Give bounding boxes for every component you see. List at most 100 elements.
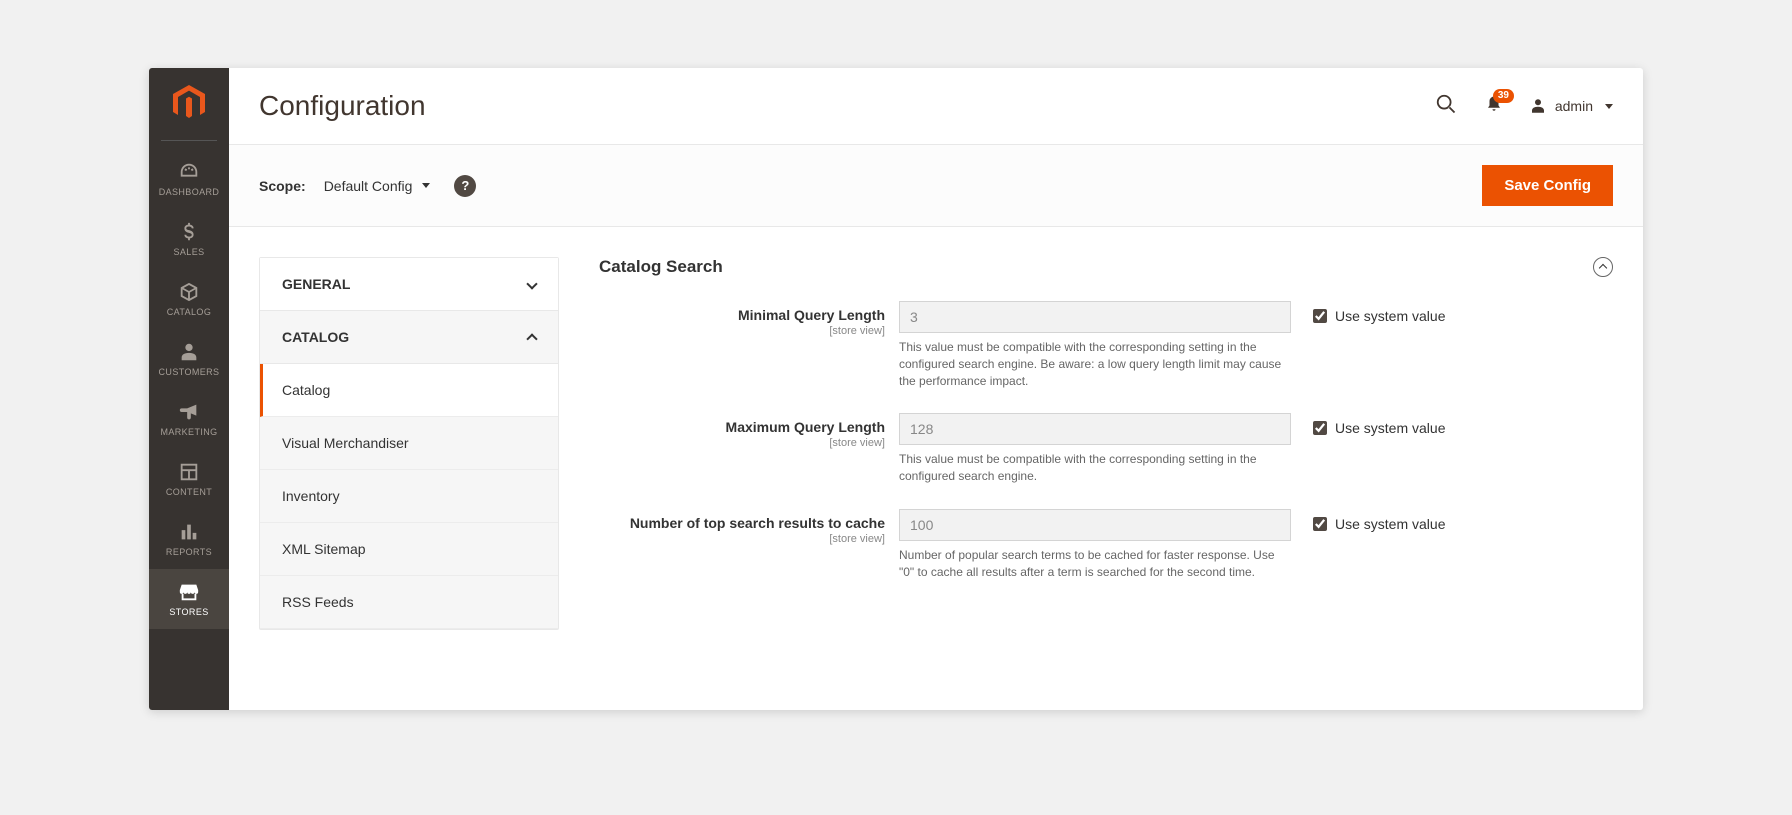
catalog-box-icon bbox=[178, 281, 200, 303]
nav-reports[interactable]: REPORTS bbox=[149, 509, 229, 569]
app-window: DASHBOARD SALES CATALOG CUSTOMERS MARKET… bbox=[149, 68, 1643, 710]
field-label-text: Maximum Query Length bbox=[599, 419, 885, 435]
field-scope-hint: [store view] bbox=[599, 533, 885, 545]
config-section-label: CATALOG bbox=[282, 329, 349, 345]
use-system-value-label: Use system value bbox=[1335, 420, 1445, 436]
section-toggle-catalog-search[interactable]: Catalog Search bbox=[599, 257, 1613, 295]
page-title: Configuration bbox=[259, 90, 1435, 122]
nav-customers[interactable]: CUSTOMERS bbox=[149, 329, 229, 389]
field-label: Number of top search results to cache [s… bbox=[599, 509, 899, 545]
use-system-value-label: Use system value bbox=[1335, 308, 1445, 324]
field-maximum-query-length: Maximum Query Length [store view] This v… bbox=[599, 407, 1613, 503]
nav-marketing[interactable]: MARKETING bbox=[149, 389, 229, 449]
config-subitem-rss-feeds[interactable]: RSS Feeds bbox=[260, 576, 558, 629]
config-subitem-label: Catalog bbox=[282, 382, 330, 398]
customers-icon bbox=[178, 341, 200, 363]
stores-icon bbox=[178, 581, 200, 603]
nav-label: DASHBOARD bbox=[159, 187, 220, 197]
collapse-button[interactable] bbox=[1593, 257, 1613, 277]
config-subitem-label: XML Sitemap bbox=[282, 541, 366, 557]
caret-down-icon bbox=[422, 183, 430, 188]
notification-badge: 39 bbox=[1493, 89, 1514, 103]
use-system-value-wrap: Use system value bbox=[1313, 413, 1445, 436]
config-subitem-label: RSS Feeds bbox=[282, 594, 354, 610]
field-label: Maximum Query Length [store view] bbox=[599, 413, 899, 449]
nav-label: MARKETING bbox=[160, 427, 217, 437]
content-layout-icon bbox=[178, 461, 200, 483]
maximum-query-length-input[interactable] bbox=[899, 413, 1291, 445]
scope-bar: Scope: Default Config ? Save Config bbox=[229, 144, 1643, 227]
admin-sidebar: DASHBOARD SALES CATALOG CUSTOMERS MARKET… bbox=[149, 68, 229, 710]
config-subitem-catalog[interactable]: Catalog bbox=[260, 364, 558, 417]
scope-value: Default Config bbox=[324, 178, 413, 194]
field-input-wrap: This value must be compatible with the c… bbox=[899, 413, 1291, 485]
config-nav: GENERAL CATALOG Catalog Visual Merchandi… bbox=[259, 257, 559, 630]
field-scope-hint: [store view] bbox=[599, 325, 885, 337]
field-label-text: Minimal Query Length bbox=[599, 307, 885, 323]
scope-label: Scope: bbox=[259, 178, 306, 194]
nav-sales[interactable]: SALES bbox=[149, 209, 229, 269]
field-scope-hint: [store view] bbox=[599, 437, 885, 449]
use-system-value-label: Use system value bbox=[1335, 516, 1445, 532]
use-system-value-wrap: Use system value bbox=[1313, 509, 1445, 532]
nav-catalog[interactable]: CATALOG bbox=[149, 269, 229, 329]
config-subitem-visual-merchandiser[interactable]: Visual Merchandiser bbox=[260, 417, 558, 470]
chevron-up-icon bbox=[526, 333, 537, 344]
minimal-query-length-input[interactable] bbox=[899, 301, 1291, 333]
field-top-search-results-cache: Number of top search results to cache [s… bbox=[599, 503, 1613, 599]
magento-logo-icon bbox=[173, 85, 205, 121]
chevron-down-icon bbox=[526, 278, 537, 289]
field-label: Minimal Query Length [store view] bbox=[599, 301, 899, 337]
config-section-label: GENERAL bbox=[282, 276, 350, 292]
search-icon bbox=[1435, 93, 1457, 115]
page-header: Configuration 39 admin bbox=[229, 68, 1643, 144]
field-minimal-query-length: Minimal Query Length [store view] This v… bbox=[599, 295, 1613, 407]
scope-help-button[interactable]: ? bbox=[454, 175, 476, 197]
config-subitem-xml-sitemap[interactable]: XML Sitemap bbox=[260, 523, 558, 576]
field-label-text: Number of top search results to cache bbox=[599, 515, 885, 531]
logo[interactable] bbox=[149, 68, 229, 138]
nav-label: SALES bbox=[173, 247, 204, 257]
use-system-value-checkbox[interactable] bbox=[1313, 517, 1327, 531]
use-system-value-checkbox[interactable] bbox=[1313, 309, 1327, 323]
nav-separator bbox=[161, 140, 217, 141]
scope-select[interactable]: Default Config bbox=[324, 178, 431, 194]
main-content: Configuration 39 admin Scope: Default Co… bbox=[229, 68, 1643, 710]
nav-dashboard[interactable]: DASHBOARD bbox=[149, 149, 229, 209]
form-area: Catalog Search Minimal Query Length [sto… bbox=[599, 257, 1613, 710]
nav-label: STORES bbox=[169, 607, 208, 617]
config-section-general[interactable]: GENERAL bbox=[260, 258, 558, 311]
field-input-wrap: Number of popular search terms to be cac… bbox=[899, 509, 1291, 581]
caret-down-icon bbox=[1605, 104, 1613, 109]
nav-content[interactable]: CONTENT bbox=[149, 449, 229, 509]
save-config-button[interactable]: Save Config bbox=[1482, 165, 1613, 206]
reports-chart-icon bbox=[178, 521, 200, 543]
nav-label: REPORTS bbox=[166, 547, 212, 557]
config-subitem-inventory[interactable]: Inventory bbox=[260, 470, 558, 523]
config-subitem-label: Inventory bbox=[282, 488, 340, 504]
global-search-button[interactable] bbox=[1435, 93, 1457, 120]
field-note: This value must be compatible with the c… bbox=[899, 339, 1291, 389]
top-search-results-cache-input[interactable] bbox=[899, 509, 1291, 541]
nav-stores[interactable]: STORES bbox=[149, 569, 229, 629]
notifications-button[interactable]: 39 bbox=[1485, 95, 1503, 118]
use-system-value-wrap: Use system value bbox=[1313, 301, 1445, 324]
nav-label: CONTENT bbox=[166, 487, 212, 497]
dashboard-icon bbox=[178, 161, 200, 183]
dollar-icon bbox=[178, 221, 200, 243]
content: GENERAL CATALOG Catalog Visual Merchandi… bbox=[229, 227, 1643, 710]
chevron-up-icon bbox=[1599, 264, 1607, 272]
nav-label: CATALOG bbox=[167, 307, 211, 317]
nav-label: CUSTOMERS bbox=[159, 367, 220, 377]
use-system-value-checkbox[interactable] bbox=[1313, 421, 1327, 435]
config-subitem-label: Visual Merchandiser bbox=[282, 435, 409, 451]
marketing-megaphone-icon bbox=[178, 401, 200, 423]
config-section-catalog[interactable]: CATALOG bbox=[260, 311, 558, 364]
field-input-wrap: This value must be compatible with the c… bbox=[899, 301, 1291, 389]
user-icon bbox=[1529, 97, 1547, 115]
field-note: Number of popular search terms to be cac… bbox=[899, 547, 1291, 581]
user-menu[interactable]: admin bbox=[1529, 97, 1613, 115]
section-title: Catalog Search bbox=[599, 257, 723, 277]
field-note: This value must be compatible with the c… bbox=[899, 451, 1291, 485]
user-name: admin bbox=[1555, 98, 1593, 114]
